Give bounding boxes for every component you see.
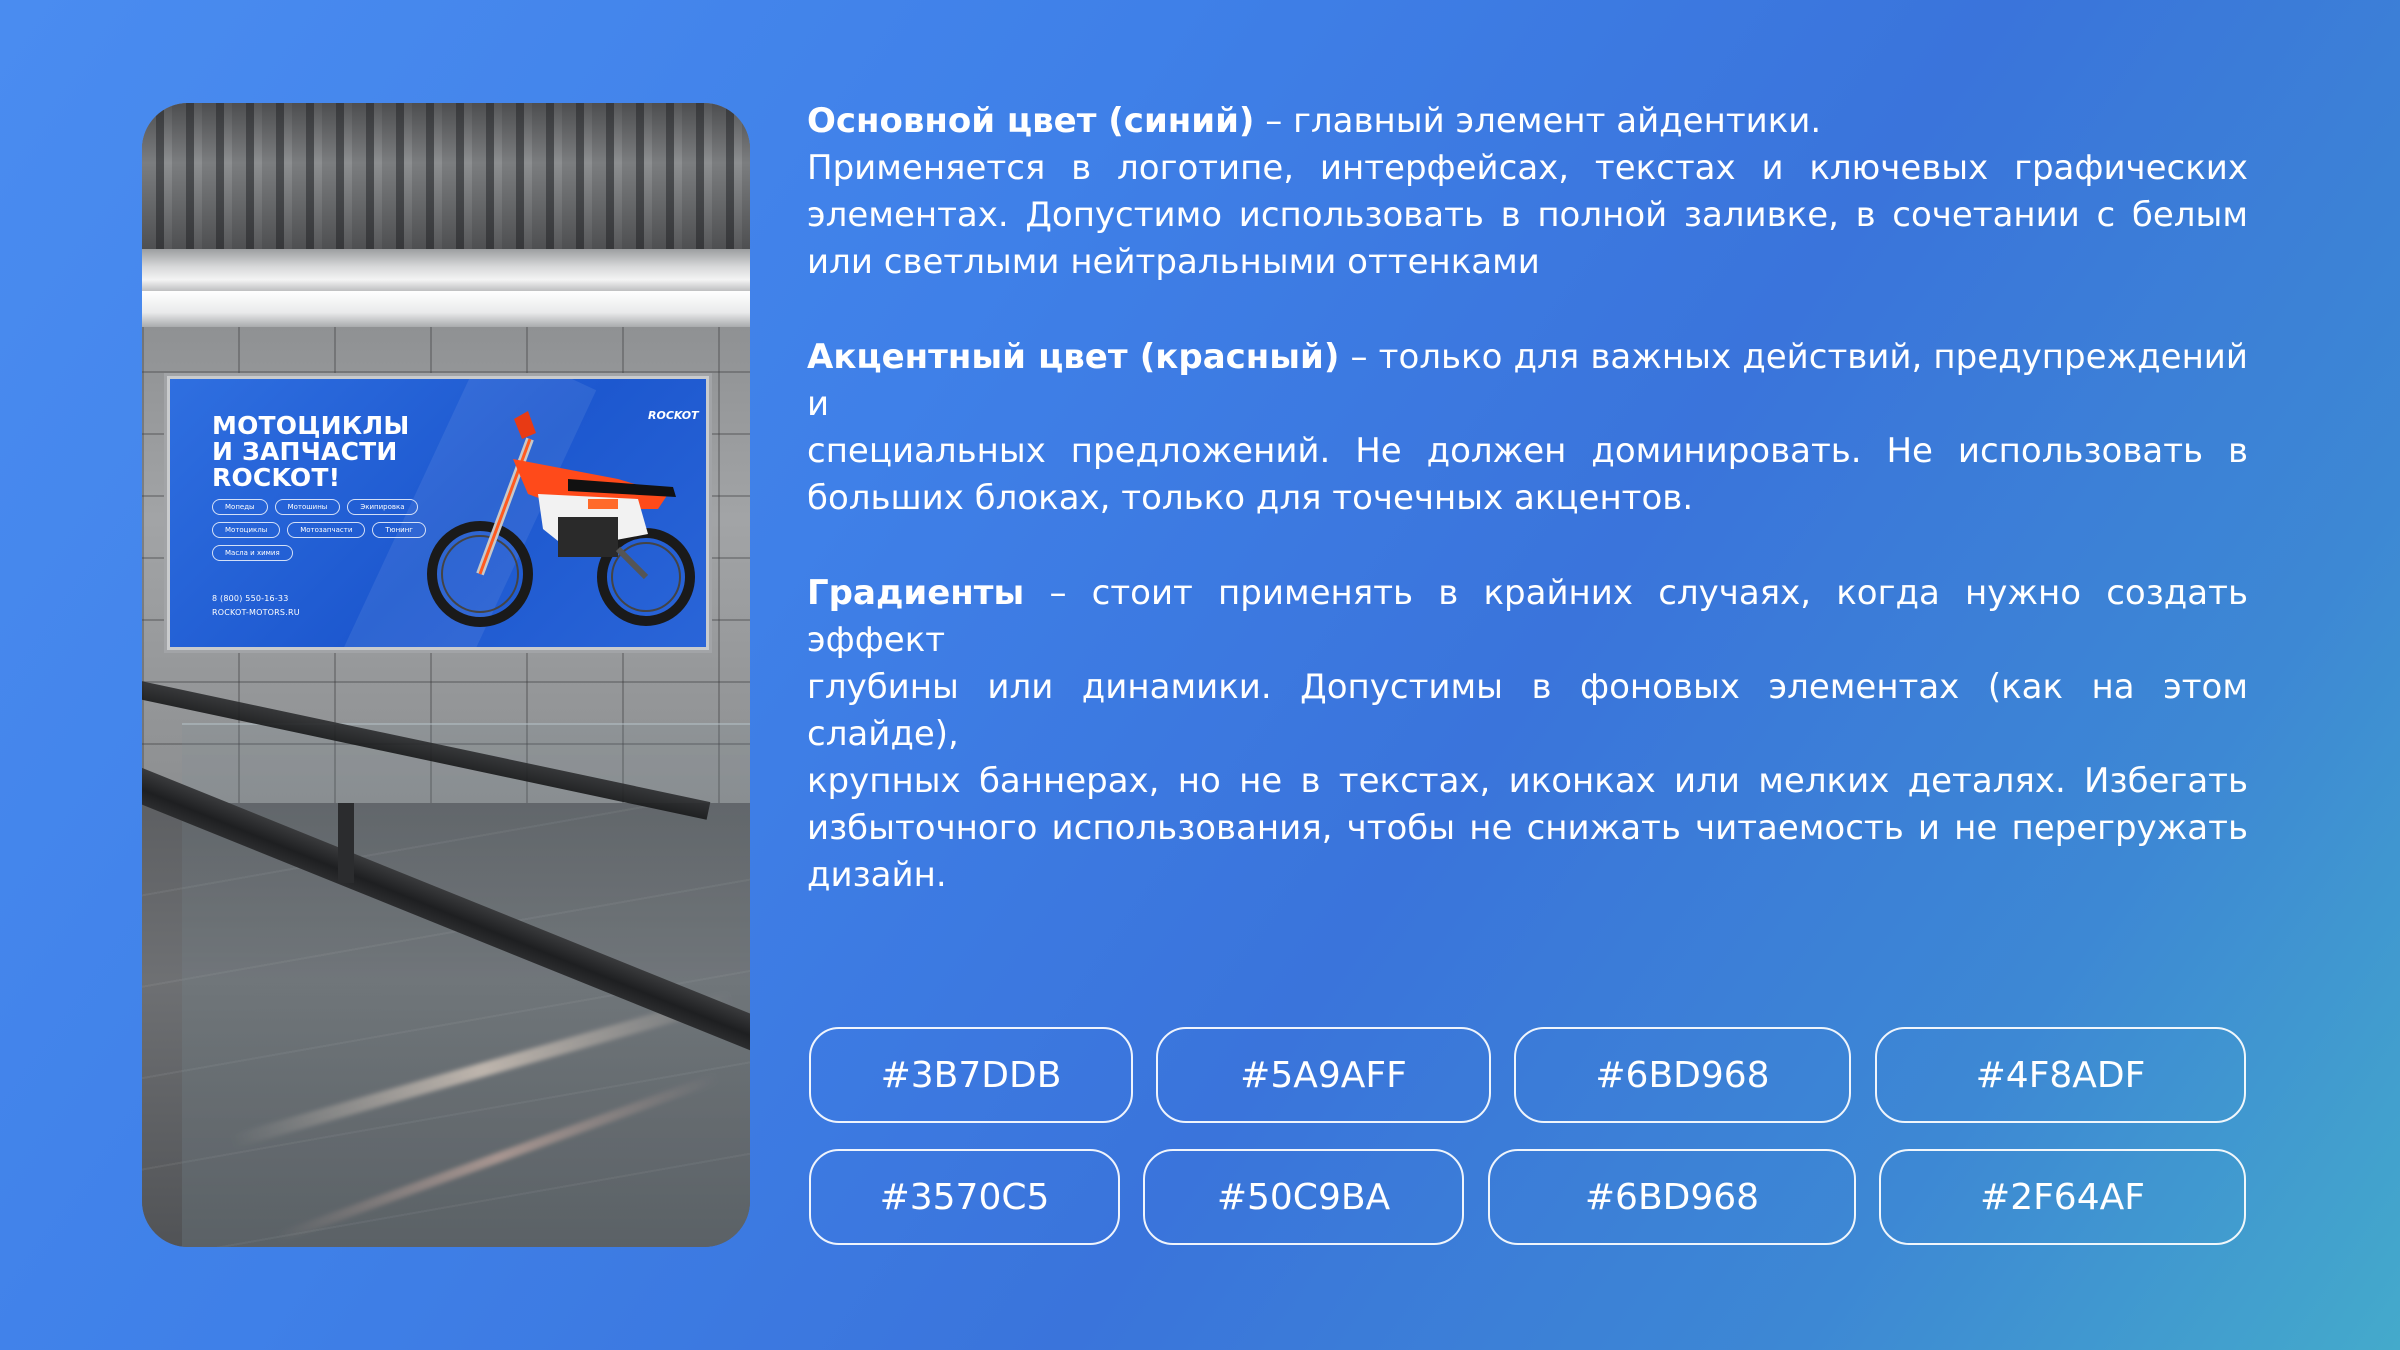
poster-phone: 8 (800) 550-16-33 xyxy=(212,594,289,603)
text-line: Градиенты – стоит применять в крайних сл… xyxy=(807,570,2248,664)
text-line: элементах. Допустимо использовать в полн… xyxy=(807,195,2248,235)
billboard-photo: МОТОЦИКЛЫ И ЗАПЧАСТИ ROCKOT! Мопеды Мото… xyxy=(142,103,750,1247)
paragraph-heading: Градиенты xyxy=(807,573,1025,613)
paragraph-accent-color: Акцентный цвет (красный) – только для ва… xyxy=(807,334,2248,522)
poster-chip: Мотошины xyxy=(274,499,341,515)
text-line: или светлыми нейтральными оттенками xyxy=(807,242,1540,282)
poster-chips: Мопеды Мотошины Экипировка Мотоциклы Мот… xyxy=(212,499,442,561)
text-line: Основной цвет (синий) – главный элемент … xyxy=(807,98,2248,145)
paragraph-gradients: Градиенты – стоит применять в крайних сл… xyxy=(807,570,2248,899)
poster-site: ROCKOT-MOTORS.RU xyxy=(212,608,300,617)
poster-title-line: МОТОЦИКЛЫ xyxy=(212,411,410,440)
text-line: больших блоках, только для точечных акце… xyxy=(807,478,1694,518)
poster-chip: Мотоциклы xyxy=(212,522,281,538)
poster-chip: Мопеды xyxy=(212,499,268,515)
text-line: Применяется в логотипе, интерфейсах, тек… xyxy=(807,148,2248,188)
text-line: глубины или динамики. Допустимы в фоновы… xyxy=(807,667,2248,754)
ceiling-shadow xyxy=(142,103,750,253)
color-swatch: #3B7DDB xyxy=(809,1027,1133,1123)
color-swatch: #4F8ADF xyxy=(1875,1027,2246,1123)
ceiling-light xyxy=(142,291,750,327)
guidelines-text: Основной цвет (синий) – главный элемент … xyxy=(807,98,2248,947)
text-span: – главный элемент айдентики. xyxy=(1254,101,1822,141)
paragraph-heading: Акцентный цвет (красный) xyxy=(807,337,1340,377)
text-line: дизайн. xyxy=(807,855,947,895)
color-swatch: #6BD968 xyxy=(1488,1149,1856,1245)
billboard-poster: МОТОЦИКЛЫ И ЗАПЧАСТИ ROCKOT! Мопеды Мото… xyxy=(170,379,706,647)
text-line: Акцентный цвет (красный) – только для ва… xyxy=(807,334,2248,428)
color-swatch: #50C9BA xyxy=(1143,1149,1464,1245)
poster-chip: Масла и химия xyxy=(212,545,293,561)
text-line: избыточного использования, чтобы не сниж… xyxy=(807,808,2248,848)
poster-chip: Экипировка xyxy=(347,499,418,515)
poster-chip: Мотозапчасти xyxy=(287,522,366,538)
poster-title: МОТОЦИКЛЫ И ЗАПЧАСТИ ROCKOT! xyxy=(212,413,412,491)
color-swatch: #3570C5 xyxy=(809,1149,1120,1245)
poster-title-line: И ЗАПЧАСТИ xyxy=(212,437,398,466)
motorcycle-image xyxy=(427,411,695,627)
paragraph-heading: Основной цвет (синий) xyxy=(807,101,1255,141)
color-swatch: #2F64AF xyxy=(1879,1149,2246,1245)
text-span: – стоит применять в крайних случаях, ког… xyxy=(807,573,2248,660)
color-swatch: #5A9AFF xyxy=(1156,1027,1491,1123)
ceiling-beam xyxy=(142,249,750,293)
handrail-post xyxy=(338,803,354,883)
paragraph-primary-color: Основной цвет (синий) – главный элемент … xyxy=(807,98,2248,286)
text-line: специальных предложений. Не должен домин… xyxy=(807,431,2248,471)
color-swatch: #6BD968 xyxy=(1514,1027,1851,1123)
poster-title-line: ROCKOT! xyxy=(212,463,341,492)
text-line: крупных баннерах, но не в текстах, иконк… xyxy=(807,761,2248,801)
